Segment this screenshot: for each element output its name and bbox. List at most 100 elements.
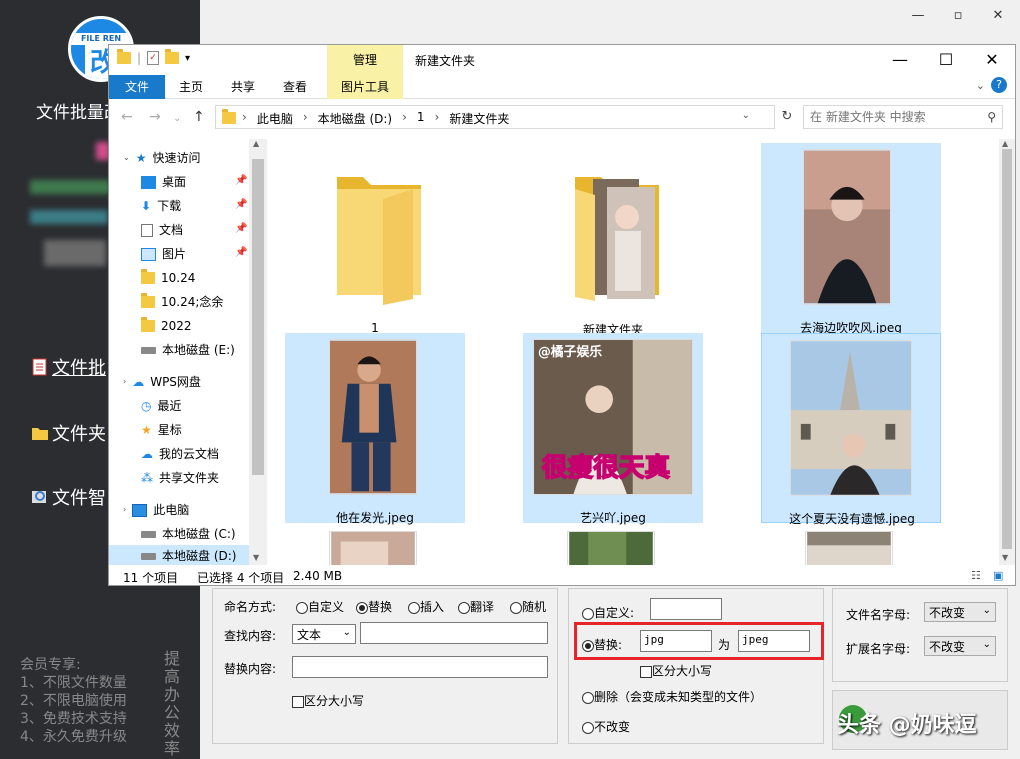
find-input[interactable]: [360, 622, 548, 644]
nav-this-pc[interactable]: › 此电脑: [123, 499, 189, 521]
nav-pictures[interactable]: 图片: [141, 243, 186, 265]
nav-documents[interactable]: 文档: [141, 219, 183, 241]
ext-custom-input[interactable]: [650, 598, 722, 620]
scroll-up-icon[interactable]: ▲: [253, 139, 259, 148]
scroll-down-icon[interactable]: ▼: [1002, 553, 1008, 562]
nav-starred[interactable]: ★ 星标: [141, 419, 182, 441]
breadcrumb: › 此电脑 › 本地磁盘 (D:) › 1 › 新建文件夹: [242, 110, 509, 127]
replace-input[interactable]: [292, 656, 548, 678]
app-close-button[interactable]: ✕: [980, 4, 1016, 28]
nav-desktop[interactable]: 桌面: [141, 171, 186, 193]
nav-batch-rename[interactable]: 文件批: [30, 354, 106, 380]
file-tile-selected[interactable]: 他在发光.jpeg: [285, 333, 465, 525]
breadcrumb-item[interactable]: 本地磁盘 (D:): [318, 110, 392, 127]
scroll-up-icon[interactable]: ▲: [1002, 139, 1008, 148]
large-icons-view-icon[interactable]: ▣: [993, 569, 1003, 582]
nav-recent[interactable]: ◷ 最近: [141, 395, 182, 417]
file-tile-selected[interactable]: 去海边吹吹风.jpeg: [761, 143, 941, 335]
ext-custom-radio[interactable]: 自定义:: [582, 604, 634, 621]
new-folder-icon[interactable]: [165, 49, 180, 64]
chevron-right-icon: ›: [123, 377, 127, 386]
nav-quick-access[interactable]: ⌄ ★ 快速访问: [123, 147, 200, 169]
tab-view[interactable]: 查看: [273, 75, 317, 99]
breadcrumb-item[interactable]: 此电脑: [257, 110, 293, 127]
nav-item-label: 此电脑: [153, 503, 190, 517]
folder-icon: [141, 293, 155, 308]
close-button[interactable]: ✕: [969, 45, 1015, 75]
mode-custom-radio[interactable]: 自定义: [296, 598, 344, 615]
nav-cloud-docs[interactable]: ☁ 我的云文档: [141, 443, 219, 465]
nav-downloads[interactable]: ⬇ 下载: [141, 195, 181, 217]
blurred-region: [44, 240, 106, 266]
picture-icon: [141, 247, 156, 261]
address-bar[interactable]: › 此电脑 › 本地磁盘 (D:) › 1 › 新建文件夹 ⌄: [215, 105, 775, 129]
properties-icon[interactable]: ✓: [147, 51, 160, 65]
chevron-down-icon[interactable]: ⌄: [742, 110, 750, 121]
nav-wps-drive[interactable]: › ☁ WPS网盘: [123, 371, 201, 393]
ext-case-checkbox[interactable]: 区分大小写: [640, 662, 712, 679]
app-maximize-button[interactable]: ▫: [940, 4, 976, 28]
refresh-icon[interactable]: ↻: [777, 105, 797, 129]
photo-thumbnail[interactable]: [805, 531, 893, 565]
scroll-down-icon[interactable]: ▼: [253, 553, 259, 562]
nav-shared[interactable]: ⁂ 共享文件夹: [141, 467, 219, 489]
nav-scrollbar[interactable]: ▲ ▼: [249, 139, 267, 565]
nav-folder-rename[interactable]: 文件夹: [30, 420, 106, 446]
nav-item-label: WPS网盘: [150, 375, 201, 389]
search-icon[interactable]: ⚲: [987, 110, 996, 124]
ext-delete-radio[interactable]: 删除（会变成未知类型的文件）: [582, 688, 762, 705]
app-minimize-button[interactable]: —: [900, 4, 936, 28]
name-case-select[interactable]: 不改变 ⌄: [924, 602, 996, 622]
details-view-icon[interactable]: ☷: [971, 569, 981, 582]
tab-picture-tools[interactable]: 图片工具: [327, 75, 403, 99]
nav-folder-2022[interactable]: 2022: [141, 315, 192, 337]
file-tile[interactable]: 新建文件夹: [523, 145, 703, 337]
nav-item-label: 文档: [159, 223, 184, 237]
forward-arrow-icon[interactable]: →: [149, 109, 161, 125]
search-box[interactable]: ⚲: [803, 105, 1003, 129]
scroll-thumb[interactable]: [1002, 149, 1012, 549]
chevron-down-icon[interactable]: ⌄: [976, 79, 985, 92]
back-arrow-icon[interactable]: ←: [121, 109, 133, 125]
ext-keep-radio[interactable]: 不改变: [582, 718, 630, 735]
nav-folder-1024[interactable]: 10.24: [141, 267, 195, 289]
breadcrumb-item[interactable]: 新建文件夹: [449, 110, 509, 127]
recent-dropdown-icon[interactable]: ⌄: [173, 113, 181, 124]
scroll-thumb[interactable]: [252, 159, 264, 475]
tab-manage[interactable]: 管理: [327, 45, 403, 75]
folder-icon[interactable]: [117, 49, 131, 64]
nav-drive-c[interactable]: 本地磁盘 (C:): [141, 523, 236, 545]
nav-item-label: 本地磁盘 (D:): [162, 549, 237, 563]
tab-share[interactable]: 共享: [221, 75, 265, 99]
help-icon[interactable]: ?: [991, 77, 1007, 93]
minimize-button[interactable]: —: [877, 45, 923, 75]
breadcrumb-item[interactable]: 1: [417, 110, 425, 127]
nav-smart-rename[interactable]: 文件智: [30, 484, 106, 510]
photo-thumbnail[interactable]: [567, 531, 655, 565]
find-type-select[interactable]: 文本 ⌄: [292, 624, 356, 644]
file-tile-selected[interactable]: @橘子娱乐 很瘦很天真 艺兴吖.jpeg: [523, 333, 703, 525]
case-sensitive-checkbox[interactable]: 区分大小写: [292, 692, 364, 709]
radio-label: 删除（会变成未知类型的文件）: [594, 690, 763, 704]
radio-icon: [510, 601, 522, 614]
mode-random-radio[interactable]: 随机: [510, 598, 546, 615]
photo-thumbnail[interactable]: [329, 531, 417, 565]
up-arrow-icon[interactable]: ↑: [193, 109, 205, 125]
file-tile-selected[interactable]: 这个夏天没有遗憾.jpeg: [761, 333, 941, 526]
mode-replace-radio[interactable]: 替换: [356, 598, 392, 615]
nav-folder-1024-nianyu[interactable]: 10.24;念余: [141, 291, 223, 313]
search-input[interactable]: [810, 109, 980, 125]
tab-home[interactable]: 主页: [169, 75, 213, 99]
file-tile[interactable]: 1: [285, 145, 465, 335]
ext-case-select[interactable]: 不改变 ⌄: [924, 636, 996, 656]
nav-drive-e[interactable]: 本地磁盘 (E:): [141, 339, 235, 361]
mode-translate-radio[interactable]: 翻译: [458, 598, 494, 615]
content-scrollbar[interactable]: ▲ ▼: [999, 139, 1015, 565]
nav-drive-d[interactable]: 本地磁盘 (D:): [109, 545, 249, 565]
maximize-button[interactable]: ☐: [923, 45, 969, 75]
find-label: 查找内容:: [224, 629, 277, 643]
tab-file[interactable]: 文件: [109, 75, 165, 99]
address-row: ← → ⌄ ↑ › 此电脑 › 本地磁盘 (D:) › 1 › 新建文件夹 ⌄ …: [109, 103, 1015, 133]
qa-dropdown-icon[interactable]: ▾: [185, 53, 190, 64]
mode-insert-radio[interactable]: 插入: [408, 598, 444, 615]
